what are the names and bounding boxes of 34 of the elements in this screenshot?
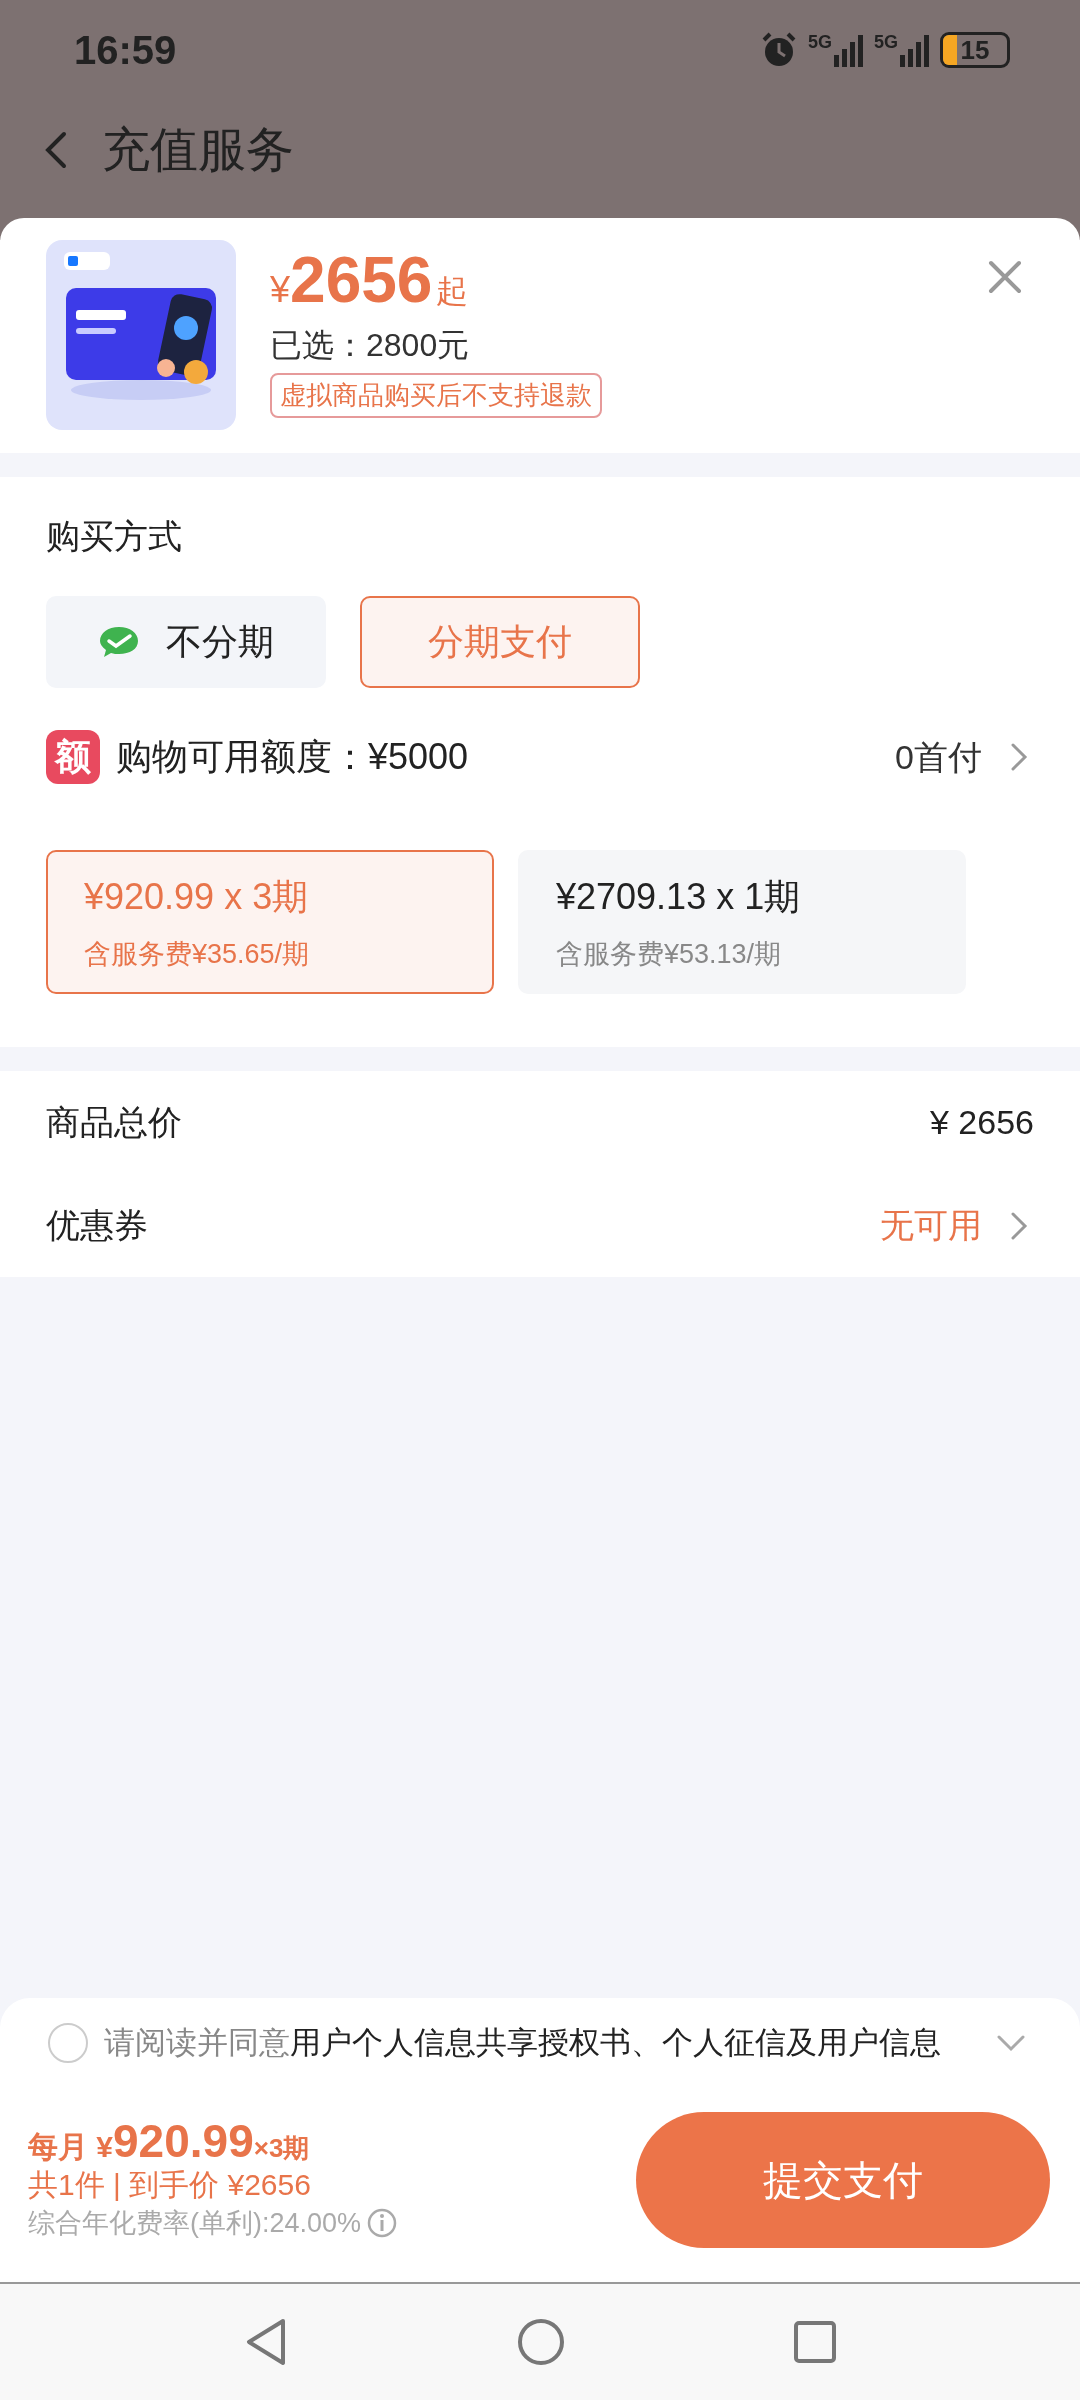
annual-rate: 综合年化费率(单利):24.00% (28, 2207, 362, 2241)
info-icon[interactable] (367, 2208, 398, 2239)
installment-plan[interactable]: ¥2709.13 x 1期 含服务费¥53.13/期 (518, 850, 966, 994)
monthly-payment: 每月 ¥920.99×3期 (28, 2116, 311, 2168)
agreement-text: 请阅读并同意用户个人信息共享授权书、个人征信及用户信息 (104, 2023, 941, 2062)
agreement-link[interactable]: 用户个人信息共享授权书、个人征信及用户信息 (290, 2024, 941, 2060)
chat-bubble-icon (98, 625, 140, 659)
row-value: ¥ 2656 (930, 1102, 1034, 1143)
refund-notice: 虚拟商品购买后不支持退款 (270, 373, 602, 418)
section-title: 购买方式 (46, 516, 183, 557)
signal-icon (834, 33, 864, 67)
page-title: 充值服务 (102, 122, 294, 178)
order-summary: 共1件 | 到手价 ¥2656 (28, 2167, 312, 2204)
agree-checkbox[interactable] (48, 2023, 88, 2063)
battery-icon: 15 (940, 32, 1010, 68)
payment-method-tab[interactable]: 不分期 (46, 596, 326, 688)
chevron-right-icon (1010, 742, 1028, 772)
row-label: 优惠券 (46, 1205, 148, 1246)
selected-option: 已选：2800元 (270, 321, 602, 369)
status-time: 16:59 (74, 27, 177, 74)
home-nav-icon[interactable] (517, 2318, 565, 2366)
credit-badge-icon: 额 (46, 730, 100, 784)
network-label: 5G (874, 33, 898, 51)
chevron-down-icon[interactable] (996, 2034, 1026, 2052)
down-payment-link[interactable]: 0首付 (895, 731, 1028, 783)
price: ¥2656 起 (270, 248, 470, 317)
chevron-right-icon (1010, 1210, 1028, 1241)
credit-limit: 购物可用额度：¥5000 (116, 735, 469, 779)
close-icon[interactable] (988, 260, 1022, 294)
signal-icon (900, 33, 930, 67)
network-label: 5G (807, 33, 832, 51)
back-icon[interactable] (44, 130, 68, 170)
row-label: 商品总价 (46, 1102, 182, 1143)
recents-nav-icon[interactable] (793, 2320, 837, 2364)
